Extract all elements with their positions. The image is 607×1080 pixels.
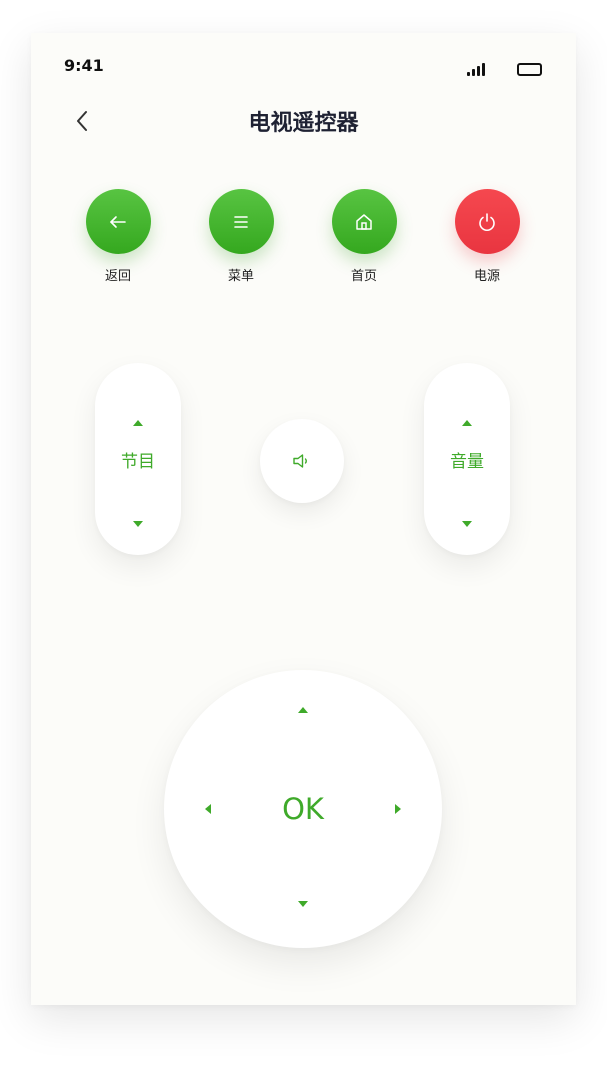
dpad-down-button[interactable] [298,901,308,907]
dpad: OK [164,670,442,948]
channel-down-button[interactable] [133,521,143,527]
back-button[interactable]: 返回 [78,189,158,284]
back-button-label: 返回 [104,269,131,284]
status-time: 9:41 [64,56,104,75]
home-button[interactable]: 首页 [324,189,404,284]
dpad-right-button[interactable] [395,804,401,814]
signal-icon [467,62,489,76]
menu-button-label: 菜单 [227,269,254,284]
channel-up-button[interactable] [133,420,143,426]
back-button-circle[interactable] [85,189,151,254]
channel-control: 节目 [95,363,181,555]
mute-button[interactable] [260,419,344,503]
home-icon [356,213,372,230]
home-button-circle[interactable] [331,189,397,254]
page-title: 电视遥控器 [248,111,359,136]
menu-icon [234,215,248,228]
dpad-up-button[interactable] [298,707,308,713]
menu-button-circle[interactable] [208,189,274,254]
volume-label: 音量 [450,452,484,472]
power-button-label: 电源 [473,269,500,284]
volume-down-button[interactable] [462,521,472,527]
power-button-circle[interactable] [454,189,520,254]
menu-button[interactable]: 菜单 [201,189,281,284]
power-button[interactable]: 电源 [447,189,527,284]
channel-label: 节目 [121,452,155,472]
volume-up-button[interactable] [462,420,472,426]
home-button-label: 首页 [350,269,377,284]
arrow-left-icon [110,215,126,228]
dpad-left-button[interactable] [205,804,211,814]
volume-control: 音量 [424,363,510,555]
battery-icon [517,63,542,76]
power-icon [479,212,495,231]
speaker-icon [293,454,307,468]
ok-button[interactable]: OK [253,788,353,830]
phone-screen: 9:41 电视遥控器 返回 菜单 首页 电源 节目 音量 OK [31,33,576,1005]
